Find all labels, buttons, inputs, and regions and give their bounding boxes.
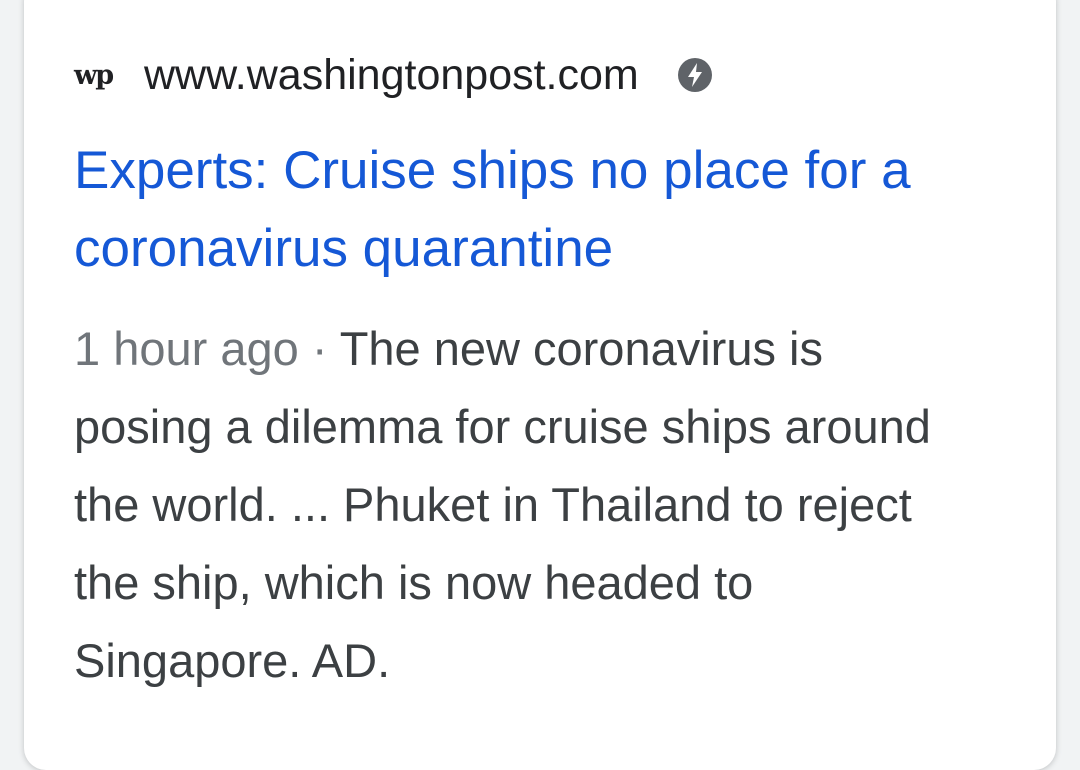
search-result-card[interactable]: wp www.washingtonpost.com Experts: Cruis… [24,0,1056,770]
amp-lightning-icon [677,57,713,93]
result-title-link[interactable]: Experts: Cruise ships no place for a cor… [74,132,1034,288]
result-url[interactable]: www.washingtonpost.com [144,53,639,97]
result-timestamp: 1 hour ago [74,322,299,375]
separator-dot: · [311,322,328,375]
result-snippet-text: The new coronavirus is posing a dilemma … [74,322,931,687]
washington-post-favicon-icon: wp [74,59,114,91]
result-snippet: 1 hour ago · The new coronavirus is posi… [74,310,974,700]
result-source[interactable]: wp www.washingtonpost.com [74,50,713,100]
